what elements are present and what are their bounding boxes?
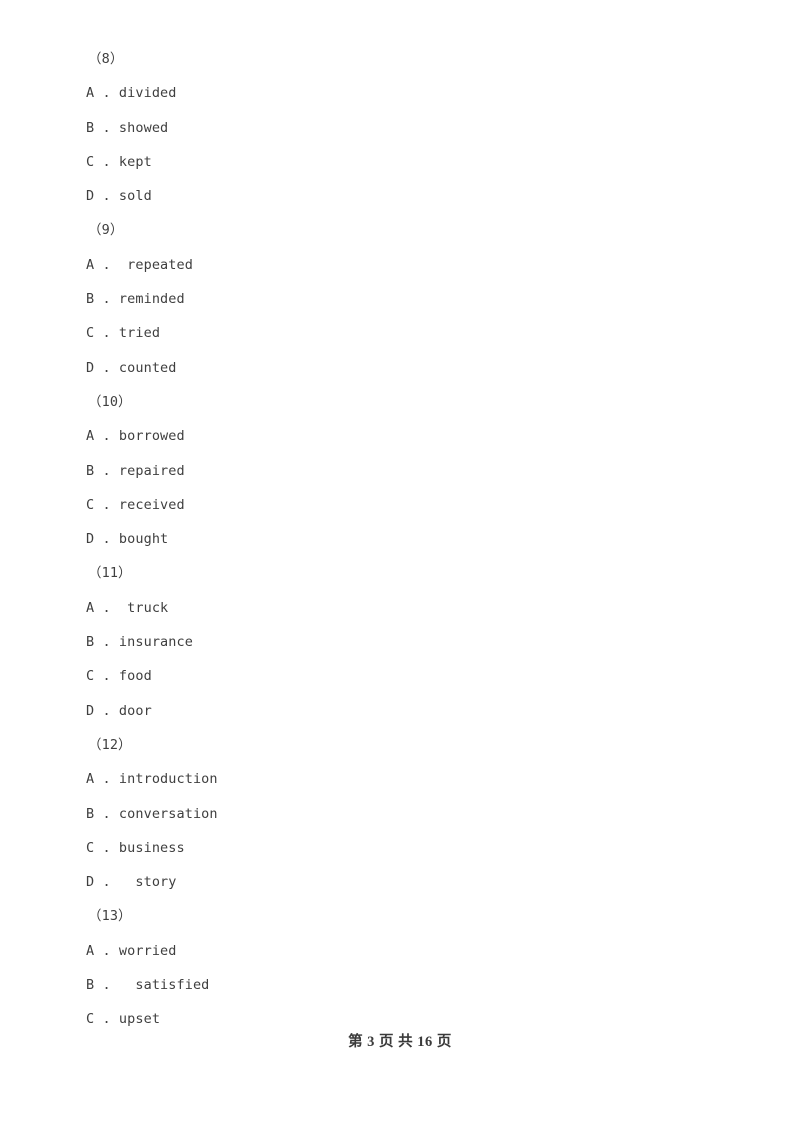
option-item[interactable]: B . showed bbox=[0, 111, 800, 145]
option-item[interactable]: A . worried bbox=[0, 934, 800, 968]
option-item[interactable]: D . door bbox=[0, 694, 800, 728]
option-item[interactable]: D . story bbox=[0, 865, 800, 899]
question-number: （10） bbox=[88, 393, 132, 410]
option-item[interactable]: C . business bbox=[0, 831, 800, 865]
question-number: （9） bbox=[88, 222, 124, 239]
option-item[interactable]: C . received bbox=[0, 488, 800, 522]
option-item[interactable]: D . bought bbox=[0, 522, 800, 556]
option-item[interactable]: C . food bbox=[0, 659, 800, 693]
question-number: （8） bbox=[88, 51, 124, 67]
option-item[interactable]: B . reminded bbox=[0, 282, 800, 316]
question-number: （12） bbox=[88, 736, 132, 753]
question-number: （13） bbox=[88, 908, 132, 925]
option-item[interactable]: D . sold bbox=[0, 179, 800, 213]
option-item[interactable]: B . repaired bbox=[0, 454, 800, 488]
document-page: （8） A . divided B . showed C . kept D . … bbox=[0, 0, 800, 1132]
option-item[interactable]: A . introduction bbox=[0, 762, 800, 796]
option-item[interactable]: A . truck bbox=[0, 591, 800, 625]
option-item[interactable]: A . borrowed bbox=[0, 419, 800, 453]
question-number: （11） bbox=[88, 565, 132, 582]
option-item[interactable]: C . kept bbox=[0, 145, 800, 179]
page-footer: 第 3 页 共 16 页 bbox=[348, 1034, 452, 1050]
option-item[interactable]: C . tried bbox=[0, 316, 800, 350]
question-list: （8） A . divided B . showed C . kept D . … bbox=[0, 0, 800, 1037]
option-item[interactable]: B . conversation bbox=[0, 797, 800, 831]
option-item[interactable]: B . satisfied bbox=[0, 968, 800, 1002]
option-item[interactable]: A . repeated bbox=[0, 248, 800, 282]
option-item[interactable]: B . insurance bbox=[0, 625, 800, 659]
option-item[interactable]: A . divided bbox=[0, 76, 800, 110]
option-item[interactable]: D . counted bbox=[0, 351, 800, 385]
